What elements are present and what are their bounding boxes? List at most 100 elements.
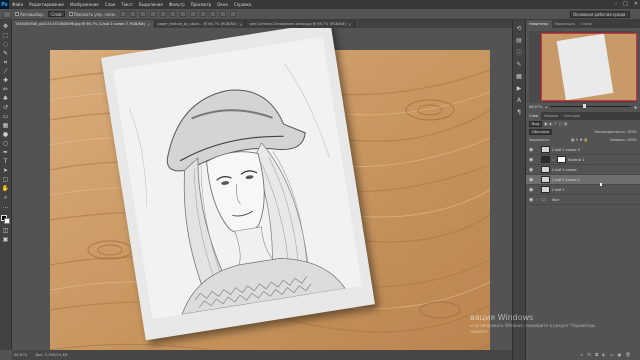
character-panel-icon[interactable]: A [515, 96, 523, 104]
align-top-icon[interactable] [120, 11, 127, 17]
visibility-eye-icon[interactable]: ◉ [529, 147, 534, 153]
3d-rotate-icon[interactable] [220, 11, 227, 17]
status-zoom[interactable]: 66,67% [14, 353, 27, 357]
paper-sheet[interactable] [101, 28, 375, 341]
gradient-tool-icon[interactable]: ▦ [2, 122, 10, 129]
zoom-slider[interactable] [550, 104, 632, 108]
info-panel-icon[interactable]: ⓘ [515, 48, 523, 57]
tab-document-3[interactable]: sale-Camera-Chebooksen-wood.jpg @ 66,7% … [246, 20, 356, 28]
workspace-dropdown[interactable]: Основная рабочая среда [570, 11, 630, 18]
dodge-tool-icon[interactable]: ○ [2, 140, 10, 147]
visibility-eye-icon[interactable]: ◉ [529, 177, 534, 183]
tab-layers[interactable]: Слои [526, 112, 542, 120]
blend-mode-dropdown[interactable]: Обычные [529, 129, 552, 135]
zoom-in-icon[interactable]: ▲ [634, 105, 637, 109]
edit-toolbar-icon[interactable]: … [2, 203, 10, 210]
zoom-slider-thumb[interactable] [582, 104, 586, 108]
expand-arrow-icon[interactable]: › [536, 198, 539, 202]
background-color-swatch[interactable] [4, 218, 10, 224]
tab-document-2[interactable]: paper_texture_by_stock... @ 66,7% (RGB/8… [154, 20, 247, 28]
close-tab-icon[interactable]: × [147, 22, 150, 27]
fill-control[interactable]: Заливка: 100% [609, 138, 637, 142]
tab-paths[interactable]: Контуры [561, 112, 583, 120]
move-tool-preset-icon[interactable] [3, 10, 11, 18]
tab-adjustments[interactable]: Коррекция [552, 20, 578, 28]
show-transform-checkbox[interactable]: Показать упр. элем. [68, 12, 116, 17]
history-panel-icon[interactable]: ⟲ [515, 24, 523, 32]
eyedropper-tool-icon[interactable]: ⁄ [2, 68, 10, 75]
menu-window[interactable]: Окно [214, 2, 231, 7]
navigator-zoom-value[interactable]: 66,67% [529, 105, 542, 109]
layer-name[interactable]: Слой 2 [552, 188, 564, 192]
swatches-panel-icon[interactable]: ▦ [515, 72, 523, 80]
menu-select[interactable]: Выделение [136, 2, 166, 7]
tab-navigator[interactable]: Навигатор [526, 20, 552, 28]
add-mask-icon[interactable]: ◘ [595, 352, 598, 357]
3d-mode-icon[interactable] [210, 11, 217, 17]
screen-mode-icon[interactable]: ▣ [2, 236, 10, 243]
zoom-tool-icon[interactable]: ⌕ [2, 194, 10, 201]
tab-styles[interactable]: Стили [578, 20, 595, 28]
menu-image[interactable]: Изображение [67, 2, 102, 7]
color-swatches[interactable] [1, 215, 10, 225]
layer-row[interactable]: ◉ Слой 2 копия 3 [526, 145, 640, 155]
filter-shape-icon[interactable]: ▢ [559, 122, 562, 126]
visibility-eye-icon[interactable]: ◉ [529, 187, 534, 193]
filter-smart-icon[interactable]: ▤ [564, 122, 567, 126]
properties-panel-icon[interactable]: ▤ [515, 36, 523, 44]
menu-edit[interactable]: Редактирование [26, 2, 67, 7]
fill-value[interactable]: 100% [627, 138, 637, 142]
autoselect-checkbox[interactable]: Автовыбор: [15, 12, 44, 17]
close-icon[interactable]: ✕ [634, 1, 638, 7]
menu-file[interactable]: Файл [9, 2, 26, 7]
layer-name[interactable]: Фон [552, 198, 559, 202]
navigator-preview[interactable] [529, 31, 637, 103]
menu-view[interactable]: Просмотр [188, 2, 215, 7]
new-layer-icon[interactable]: ▣ [618, 352, 622, 357]
new-adjustment-icon[interactable]: ◐ [602, 352, 606, 357]
layer-name[interactable]: Слой 2 копия 2 [552, 178, 580, 182]
hand-tool-icon[interactable]: ✋ [2, 185, 10, 192]
shape-tool-icon[interactable]: ▢ [2, 176, 10, 183]
menu-filter[interactable]: Фильтр [166, 2, 188, 7]
delete-layer-icon[interactable]: 🗑 [625, 352, 630, 357]
filter-pixel-icon[interactable]: ▣ [544, 122, 547, 126]
menu-type[interactable]: Текст [118, 2, 136, 7]
close-tab-icon[interactable]: × [239, 22, 242, 27]
menu-layers[interactable]: Слои [102, 2, 118, 7]
healing-brush-tool-icon[interactable]: ✚ [2, 77, 10, 84]
lasso-tool-icon[interactable]: ◌ [2, 41, 10, 48]
quick-mask-icon[interactable]: ◫ [2, 227, 10, 234]
navigator-view-box[interactable] [541, 33, 637, 101]
new-group-icon[interactable]: ▭ [610, 352, 614, 357]
align-left-icon[interactable] [150, 11, 157, 17]
move-tool-icon[interactable]: ✥ [2, 23, 10, 30]
layer-name[interactable]: Слой 2 копия 3 [552, 148, 580, 152]
opacity-value[interactable]: 100% [627, 130, 637, 134]
blur-tool-icon[interactable]: ● [2, 131, 10, 138]
align-bottom-icon[interactable] [140, 11, 147, 17]
layer-name[interactable]: Слой 2 копия [552, 168, 576, 172]
type-tool-icon[interactable]: T [2, 158, 10, 165]
align-vcenter-icon[interactable] [130, 11, 137, 17]
link-layers-icon[interactable]: ∞ [580, 352, 583, 357]
3d-pan-icon[interactable] [230, 11, 237, 17]
align-right-icon[interactable] [170, 11, 177, 17]
tab-document-1[interactable]: 1545403540_ps01514752608Il98.jpg @ 66,7%… [12, 20, 155, 28]
fx-icon[interactable]: fx [587, 352, 591, 357]
layer-name[interactable]: Уровни 1 [568, 158, 584, 162]
distribute-vcenter-icon[interactable] [190, 11, 197, 17]
align-hcenter-icon[interactable] [160, 11, 167, 17]
canvas-area[interactable] [12, 28, 512, 350]
minimize-icon[interactable]: – [615, 1, 618, 7]
layer-row-selected[interactable]: ◉ Слой 2 копия 2 [526, 175, 640, 185]
quick-select-tool-icon[interactable]: ✎ [2, 50, 10, 57]
zoom-out-icon[interactable]: ▴ [545, 105, 547, 109]
eraser-tool-icon[interactable]: ▭ [2, 113, 10, 120]
paragraph-panel-icon[interactable]: ¶ [515, 108, 523, 116]
history-brush-tool-icon[interactable]: ↺ [2, 104, 10, 111]
menu-help[interactable]: Справка [231, 2, 255, 7]
autoselect-dropdown[interactable]: Слой [48, 11, 65, 17]
brush-tool-icon[interactable]: ✏ [2, 86, 10, 93]
opacity-control[interactable]: Непрозрачность: 100% [594, 130, 637, 134]
